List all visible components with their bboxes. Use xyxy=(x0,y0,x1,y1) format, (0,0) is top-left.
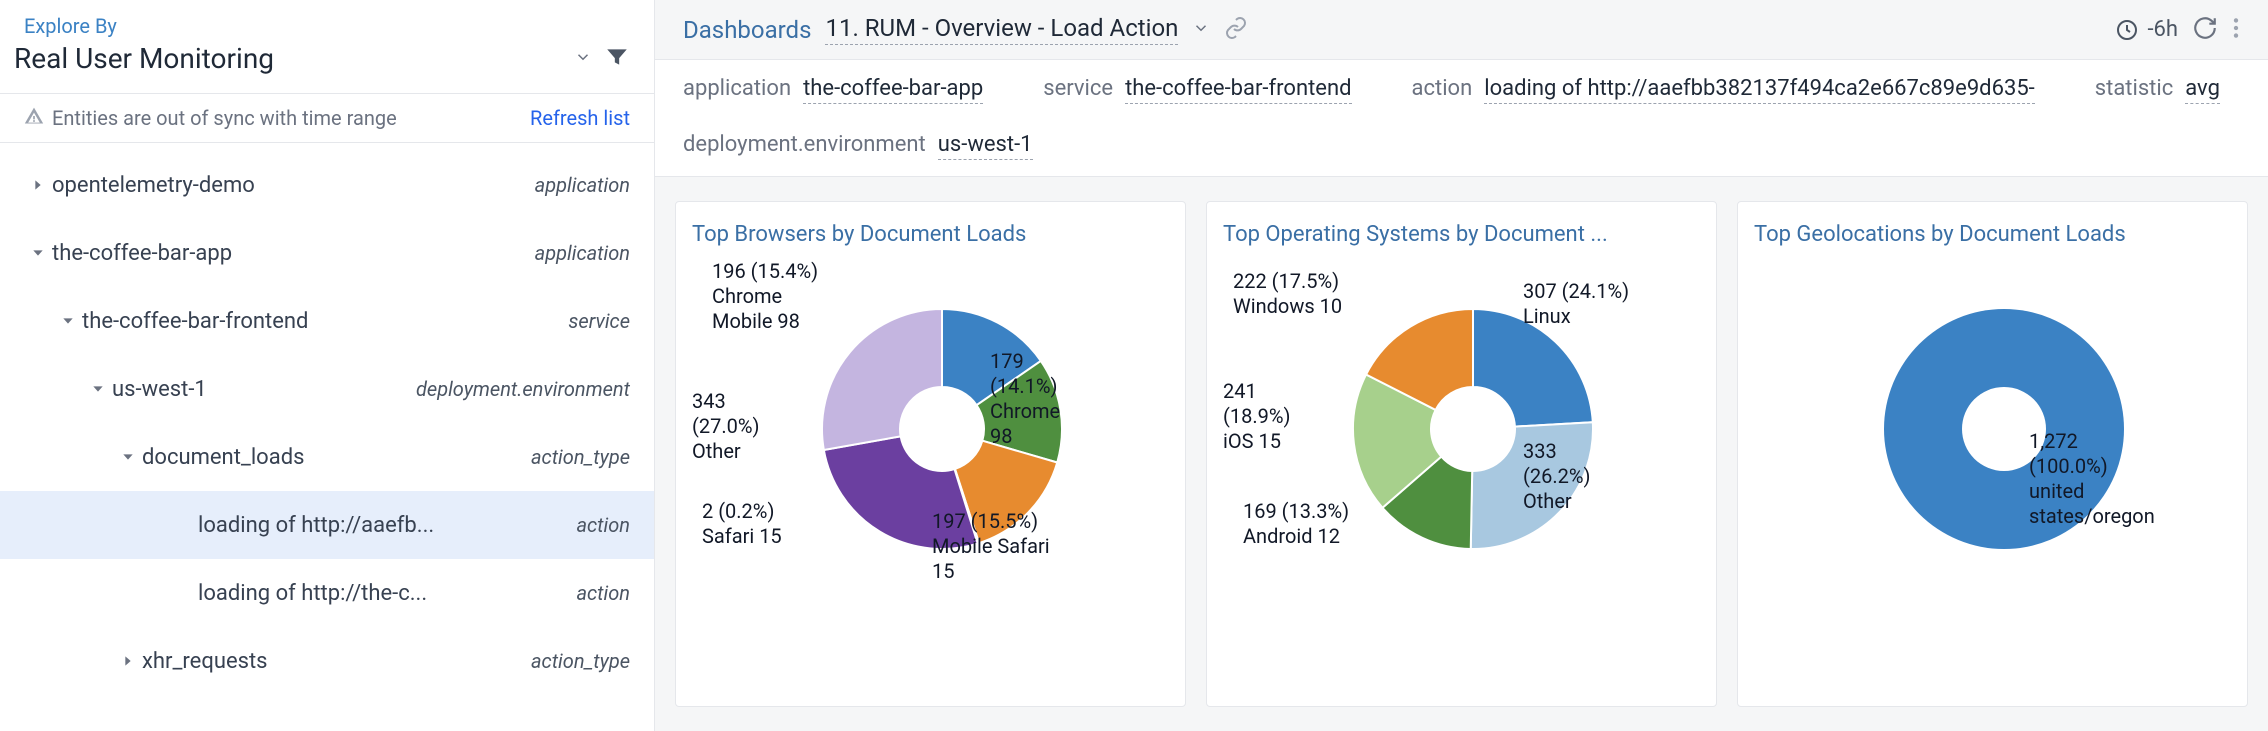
tree-item-tag: action xyxy=(576,581,630,605)
chart-area: 196 (15.4%)ChromeMobile 98 179(14.1%)Chro… xyxy=(692,259,1169,686)
sync-warning-text: Entities are out of sync with time range xyxy=(52,106,522,130)
breadcrumb-title[interactable]: 11. RUM - Overview - Load Action xyxy=(825,14,1178,45)
more-icon[interactable] xyxy=(2232,15,2240,45)
tree-row[interactable]: loading of http://aaefb... action xyxy=(0,491,654,559)
chart-area: 1,272(100.0%)unitedstates/oregon xyxy=(1754,259,2231,686)
filter-key: action xyxy=(1412,76,1473,101)
donut-chart xyxy=(1333,289,1613,569)
chart-title: Top Operating Systems by Document ... xyxy=(1223,222,1700,247)
chart-label: 307 (24.1%)Linux xyxy=(1523,279,1629,329)
explore-selector[interactable]: Real User Monitoring xyxy=(0,38,654,93)
explore-by-label: Explore By xyxy=(0,0,654,38)
filter-value: us-west-1 xyxy=(938,132,1033,160)
explore-title: Real User Monitoring xyxy=(14,42,562,75)
chevron-down-icon[interactable] xyxy=(84,381,112,397)
tree-row[interactable]: xhr_requests action_type xyxy=(0,627,654,695)
filter-bar: application the-coffee-bar-app service the-… xyxy=(655,59,2268,177)
filter-value: the-coffee-bar-frontend xyxy=(1125,76,1351,104)
tree-item-label: loading of http://the-c... xyxy=(198,581,564,606)
tree-item-label: document_loads xyxy=(142,445,519,470)
chart-label: 179(14.1%)Chrome98 xyxy=(990,349,1060,449)
tree-row[interactable]: document_loads action_type xyxy=(0,423,654,491)
chart-title: Top Browsers by Document Loads xyxy=(692,222,1169,247)
chart-label: 2 (0.2%)Safari 15 xyxy=(702,499,782,549)
filter-key: statistic xyxy=(2095,76,2173,101)
tree-item-label: us-west-1 xyxy=(112,377,404,402)
refresh-list-link[interactable]: Refresh list xyxy=(530,106,630,130)
chart-label: 241(18.9%)iOS 15 xyxy=(1223,379,1290,454)
entity-tree: opentelemetry-demoapplicationthe-coffee-… xyxy=(0,143,654,695)
sync-warning-row: Entities are out of sync with time range… xyxy=(0,93,654,143)
chart-label: 1,272(100.0%)unitedstates/oregon xyxy=(2029,429,2155,529)
tree-row[interactable]: us-west-1 deployment.environment xyxy=(0,355,654,423)
sidebar: Explore By Real User Monitoring Entities… xyxy=(0,0,655,731)
chevron-down-icon[interactable] xyxy=(24,245,52,261)
filter-pair[interactable]: application the-coffee-bar-app xyxy=(683,76,983,104)
filter-value: loading of http://aaefbb382137f494ca2e66… xyxy=(1484,76,2035,104)
chevron-down-icon[interactable] xyxy=(54,313,82,329)
filter-pair[interactable]: deployment.environment us-west-1 xyxy=(683,132,1033,160)
filter-value: avg xyxy=(2185,76,2220,104)
filter-key: deployment.environment xyxy=(683,132,926,157)
link-icon[interactable] xyxy=(1224,16,1248,44)
chart-label: 343(27.0%)Other xyxy=(692,389,759,464)
topbar: Dashboards 11. RUM - Overview - Load Act… xyxy=(655,0,2268,59)
tree-item-label: the-coffee-bar-frontend xyxy=(82,309,556,334)
tree-item-label: xhr_requests xyxy=(142,649,519,674)
chevron-down-icon xyxy=(574,48,592,70)
filter-value: the-coffee-bar-app xyxy=(803,76,983,104)
time-range-value: -6h xyxy=(2147,17,2178,42)
chart-label: 333(26.2%)Other xyxy=(1523,439,1590,514)
main-content: Dashboards 11. RUM - Overview - Load Act… xyxy=(655,0,2268,731)
warning-icon xyxy=(24,106,44,130)
tree-row[interactable]: opentelemetry-demo application xyxy=(0,151,654,219)
tree-item-tag: action_type xyxy=(531,649,630,673)
chevron-right-icon[interactable] xyxy=(24,177,52,193)
chart-area: 222 (17.5%)Windows 10 307 (24.1%)Linux 333… xyxy=(1223,259,1700,686)
tree-row[interactable]: the-coffee-bar-frontend service xyxy=(0,287,654,355)
tree-item-tag: action xyxy=(576,513,630,537)
tree-item-label: loading of http://aaefb... xyxy=(198,513,564,538)
tree-item-tag: service xyxy=(568,309,630,333)
tree-row[interactable]: loading of http://the-c... action xyxy=(0,559,654,627)
filter-pair[interactable]: service the-coffee-bar-frontend xyxy=(1043,76,1351,104)
chart-card: Top Geolocations by Document Loads 1,272(… xyxy=(1737,201,2248,707)
filter-pair[interactable]: statistic avg xyxy=(2095,76,2220,104)
chart-card: Top Browsers by Document Loads 196 (15.4%… xyxy=(675,201,1186,707)
tree-item-label: opentelemetry-demo xyxy=(52,173,523,198)
chart-label: 197 (15.5%)Mobile Safari15 xyxy=(932,509,1050,584)
chevron-down-icon[interactable] xyxy=(1192,19,1210,41)
chart-label: 222 (17.5%)Windows 10 xyxy=(1233,269,1342,319)
filter-pair[interactable]: action loading of http://aaefbb382137f494… xyxy=(1412,76,2035,104)
tree-item-label: the-coffee-bar-app xyxy=(52,241,523,266)
filter-key: service xyxy=(1043,76,1113,101)
chart-card: Top Operating Systems by Document ... 222… xyxy=(1206,201,1717,707)
filter-key: application xyxy=(683,76,791,101)
filter-icon[interactable] xyxy=(604,44,630,74)
chevron-right-icon[interactable] xyxy=(114,653,142,669)
chevron-down-icon[interactable] xyxy=(114,449,142,465)
breadcrumb-root[interactable]: Dashboards xyxy=(683,16,811,44)
tree-item-tag: action_type xyxy=(531,445,630,469)
clock-icon xyxy=(2115,18,2139,42)
time-range-selector[interactable]: -6h xyxy=(2115,17,2178,42)
tree-row[interactable]: the-coffee-bar-app application xyxy=(0,219,654,287)
tree-item-tag: deployment.environment xyxy=(416,377,630,401)
chart-title: Top Geolocations by Document Loads xyxy=(1754,222,2231,247)
tree-item-tag: application xyxy=(535,241,630,265)
charts-row: Top Browsers by Document Loads 196 (15.4%… xyxy=(655,177,2268,731)
chart-label: 196 (15.4%)ChromeMobile 98 xyxy=(712,259,818,334)
tree-item-tag: application xyxy=(535,173,630,197)
refresh-icon[interactable] xyxy=(2192,15,2218,45)
chart-label: 169 (13.3%)Android 12 xyxy=(1243,499,1349,549)
